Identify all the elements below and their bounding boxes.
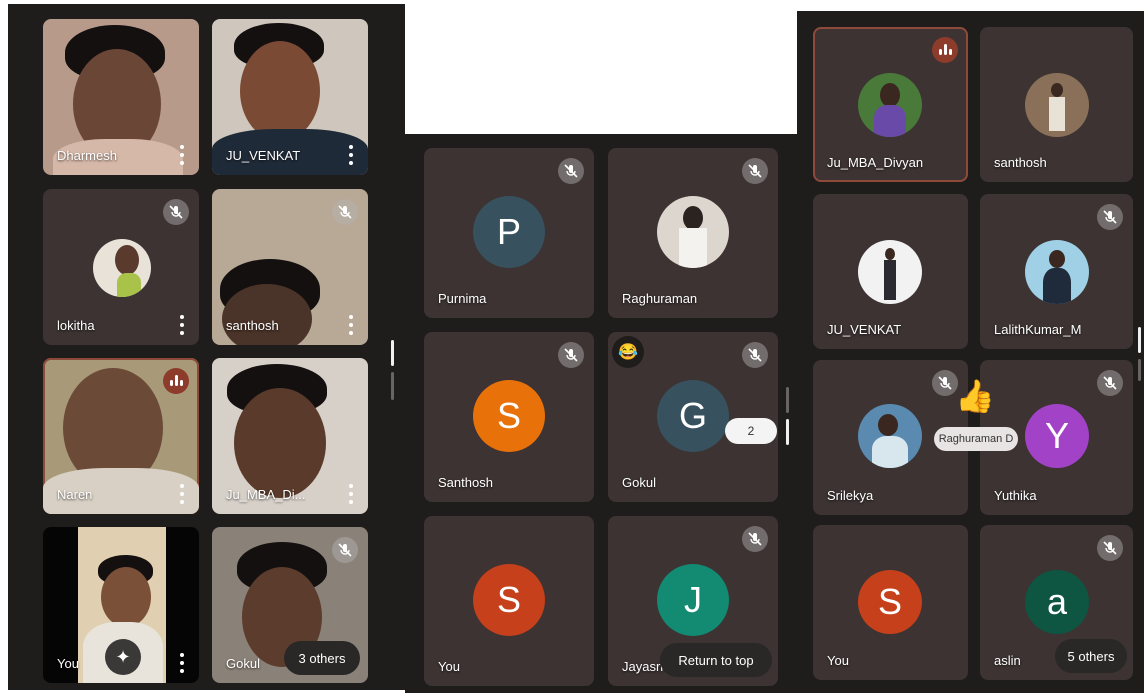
mic-off-icon: [558, 342, 584, 368]
middle-meeting-panel: P Purnima Raghuraman S Santhosh 😂 G Goku…: [405, 134, 797, 693]
mic-off-icon: [742, 526, 768, 552]
mic-off-icon: [163, 199, 189, 225]
participant-tile-you[interactable]: S You: [424, 516, 594, 686]
participant-tile-purnima[interactable]: P Purnima: [424, 148, 594, 318]
participant-name: Yuthika: [994, 488, 1037, 503]
mic-off-icon: [1097, 535, 1123, 561]
more-options-icon[interactable]: [179, 145, 185, 165]
more-options-icon[interactable]: [179, 315, 185, 335]
participant-name: lokitha: [57, 318, 95, 333]
avatar: P: [473, 196, 545, 268]
scrollbar-track: [1138, 359, 1141, 381]
avatar: a: [1025, 570, 1089, 634]
participant-name: You: [438, 659, 460, 674]
participant-name: Naren: [57, 487, 93, 502]
participant-tile-santhosh[interactable]: S Santhosh: [424, 332, 594, 502]
participant-tile-santhosh[interactable]: santhosh: [980, 27, 1133, 182]
participant-tile-ju-venkat[interactable]: JU_VENKAT: [813, 194, 968, 349]
avatar: [1025, 73, 1089, 137]
avatar: [1025, 240, 1089, 304]
mic-off-icon: [742, 342, 768, 368]
thumbs-up-reaction-icon: 👍: [955, 378, 995, 414]
participant-name: santhosh: [994, 155, 1047, 170]
participant-name: Gokul: [226, 656, 260, 671]
video-feed-face: [222, 284, 312, 345]
participant-name: Dharmesh: [57, 148, 117, 163]
participant-name: santhosh: [226, 318, 279, 333]
participant-tile-lokitha[interactable]: lokitha: [43, 189, 199, 345]
video-feed-face: [234, 388, 326, 498]
avatar: [858, 73, 922, 137]
participant-name: Santhosh: [438, 475, 493, 490]
participant-tile-ju-venkat[interactable]: JU_VENKAT: [212, 19, 368, 175]
participant-tile-dharmesh[interactable]: Dharmesh: [43, 19, 199, 175]
reaction-name-label: Raghuraman D: [934, 427, 1018, 451]
speaking-indicator-icon: [163, 368, 189, 394]
participant-name: Srilekya: [827, 488, 874, 503]
participant-name: Jayasri: [622, 659, 664, 674]
more-options-icon[interactable]: [179, 653, 185, 673]
mic-off-icon: [332, 537, 358, 563]
participant-tile-you[interactable]: S You: [813, 525, 968, 680]
participant-name: JU_VENKAT: [827, 322, 902, 337]
more-options-icon[interactable]: [348, 484, 354, 504]
avatar: S: [473, 380, 545, 452]
participant-name: LalithKumar_M: [994, 322, 1082, 337]
scrollbar-track: [786, 387, 789, 413]
more-options-icon[interactable]: [179, 484, 185, 504]
avatar: [657, 196, 729, 268]
participant-tile-raghuraman[interactable]: Raghuraman: [608, 148, 778, 318]
participant-tile-santhosh[interactable]: santhosh: [212, 189, 368, 345]
return-to-top-button[interactable]: Return to top: [660, 643, 772, 677]
left-meeting-panel: Dharmesh JU_VENKAT lokitha santhosh Nare…: [8, 4, 405, 690]
scrollbar-thumb[interactable]: [391, 340, 394, 366]
avatar: J: [657, 564, 729, 636]
hand-count-badge[interactable]: 2: [725, 418, 777, 444]
avatar: [93, 239, 151, 297]
avatar: [858, 404, 922, 468]
participant-tile-jayasri[interactable]: J Jayasri Return to top: [608, 516, 778, 686]
scrollbar-thumb[interactable]: [1138, 327, 1141, 353]
speaking-indicator-icon: [932, 37, 958, 63]
participant-name: Ju_MBA_Di...: [226, 487, 306, 502]
more-options-icon[interactable]: [348, 145, 354, 165]
more-options-icon[interactable]: [348, 315, 354, 335]
participant-tile-lalithkumar-m[interactable]: LalithKumar_M: [980, 194, 1133, 349]
participant-name: You: [827, 653, 849, 668]
mic-off-icon: [1097, 204, 1123, 230]
participant-name: Raghuraman: [622, 291, 698, 306]
scrollbar-track: [391, 372, 394, 400]
right-meeting-panel: Ju_MBA_Divyan santhosh JU_VENKAT LalithK…: [797, 11, 1144, 693]
avatar: S: [473, 564, 545, 636]
participant-tile-you[interactable]: You ✦: [43, 527, 199, 683]
avatar: Y: [1025, 404, 1089, 468]
video-feed-face: [101, 567, 151, 627]
participant-tile-gokul[interactable]: Gokul 3 others: [212, 527, 368, 683]
participant-tile-aslin[interactable]: a aslin 5 others: [980, 525, 1133, 680]
mic-off-icon: [332, 199, 358, 225]
others-button[interactable]: 5 others: [1055, 639, 1127, 673]
others-button[interactable]: 3 others: [284, 641, 360, 675]
participant-name: aslin: [994, 653, 1021, 668]
video-feed-face: [240, 41, 320, 141]
participant-name: Gokul: [622, 475, 656, 490]
scrollbar-thumb[interactable]: [786, 419, 789, 445]
avatar: G: [657, 380, 729, 452]
participant-tile-naren[interactable]: Naren: [43, 358, 199, 514]
participant-name: JU_VENKAT: [226, 148, 301, 163]
participant-name: Ju_MBA_Divyan: [827, 155, 924, 170]
mic-off-icon: [742, 158, 768, 184]
participant-tile-gokul[interactable]: 😂 G Gokul 2: [608, 332, 778, 502]
participant-tile-ju-mba-divyan[interactable]: Ju_MBA_Divyan: [813, 27, 968, 182]
avatar: S: [858, 570, 922, 634]
participant-name: You: [57, 656, 79, 671]
mic-off-icon: [1097, 370, 1123, 396]
participant-name: Purnima: [438, 291, 487, 306]
sparkle-icon[interactable]: ✦: [105, 639, 141, 675]
reaction-emoji: 😂: [612, 336, 644, 368]
mic-off-icon: [558, 158, 584, 184]
participant-tile-ju-mba-di[interactable]: Ju_MBA_Di...: [212, 358, 368, 514]
avatar: [858, 240, 922, 304]
